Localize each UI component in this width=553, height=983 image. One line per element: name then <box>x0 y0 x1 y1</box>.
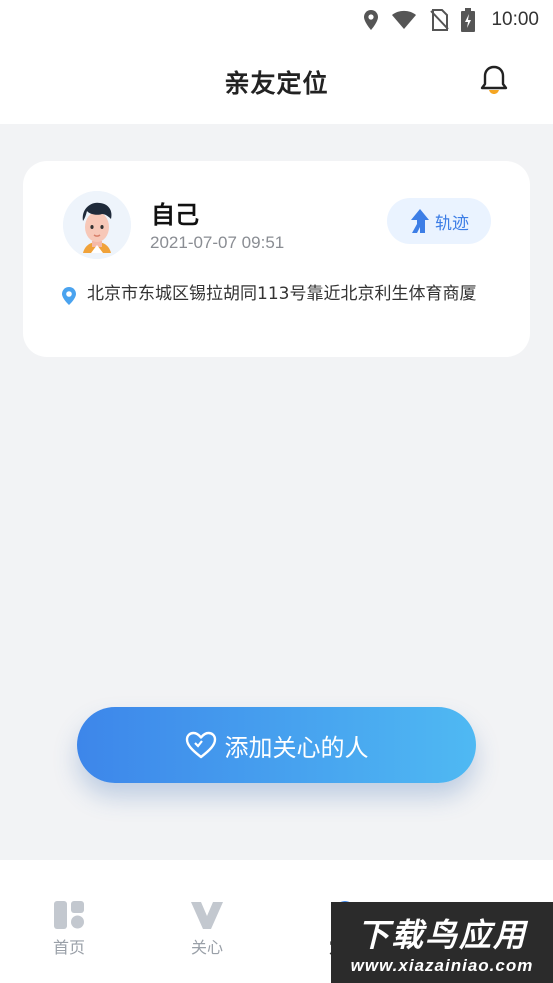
heart-icon <box>185 731 216 759</box>
track-arrow-icon <box>411 209 429 233</box>
track-button[interactable]: 轨迹 <box>387 198 491 244</box>
avatar <box>63 191 131 259</box>
battery-charging-icon <box>461 8 476 32</box>
tab-care-label: 关心 <box>190 938 223 957</box>
care-v-icon <box>191 902 223 929</box>
no-sim-icon <box>430 9 450 31</box>
location-timestamp: 2021-07-07 09:51 <box>150 233 285 252</box>
watermark: 下载鸟应用 www.xiazainiao.com <box>331 902 553 983</box>
status-time: 10:00 <box>491 9 539 30</box>
tab-home[interactable]: 首页 <box>29 900 109 958</box>
page-title: 亲友定位 <box>224 69 329 98</box>
add-button-label: 添加关心的人 <box>224 733 369 762</box>
home-icon <box>54 901 84 929</box>
bell-icon[interactable] <box>479 64 509 96</box>
address-row: 北京市东城区锡拉胡同113号靠近北京利生体育商厦 <box>61 283 481 306</box>
add-care-person-button[interactable]: 添加关心的人 <box>77 707 476 783</box>
app-header: 亲友定位 <box>0 40 553 124</box>
location-icon <box>364 10 379 30</box>
watermark-text-cn: 下载鸟应用 <box>356 915 527 954</box>
contact-name: 自己 <box>151 201 199 229</box>
tab-care[interactable]: 关心 <box>167 900 247 958</box>
wifi-icon <box>392 10 417 29</box>
contact-card[interactable]: 自己 2021-07-07 09:51 轨迹 北京市东城区锡拉胡同113号靠近北… <box>23 161 530 357</box>
watermark-text-en: www.xiazainiao.com <box>350 955 534 975</box>
address-text: 北京市东城区锡拉胡同113号靠近北京利生体育商厦 <box>87 284 477 304</box>
status-bar: 10:00 <box>0 0 553 40</box>
tab-home-label: 首页 <box>52 938 85 957</box>
location-pin-icon <box>62 287 76 305</box>
track-button-label: 轨迹 <box>435 213 469 234</box>
